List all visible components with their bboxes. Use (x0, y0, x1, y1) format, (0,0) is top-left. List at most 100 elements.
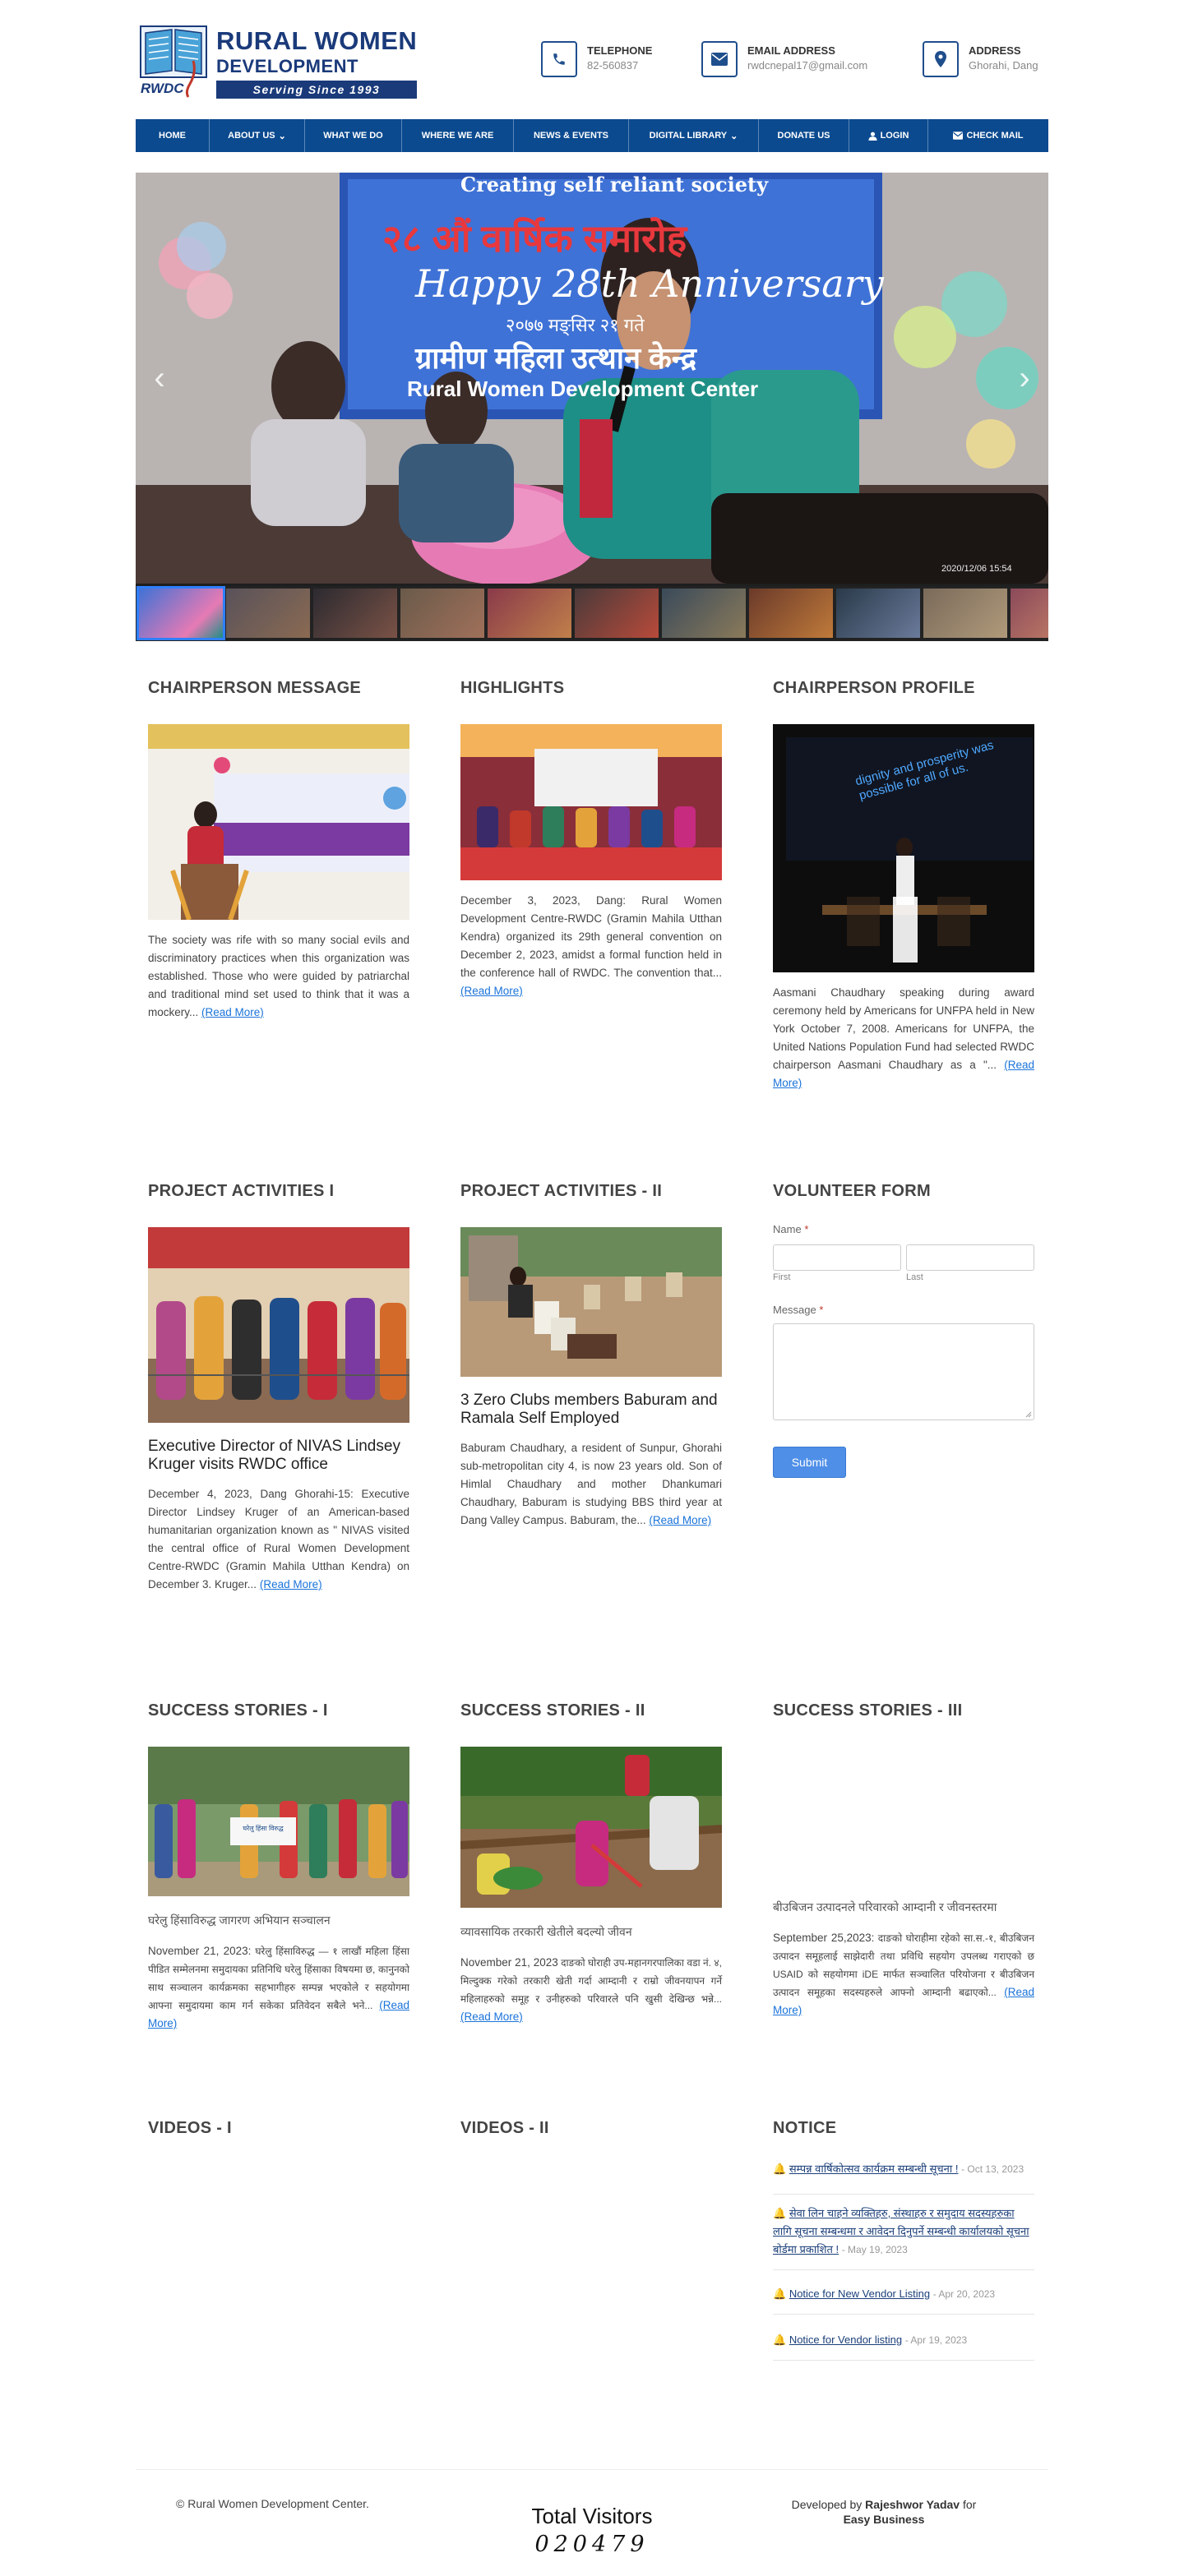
slide-banner-line3: Happy 28th Anniversary (415, 261, 884, 306)
notice-item[interactable]: 🔔 सेवा लिन चाहने व्यक्तिहरु, संस्थाहरु र… (773, 2204, 1034, 2270)
read-more-link[interactable]: (Read More) (260, 1578, 322, 1590)
nav-news-events[interactable]: NEWS & EVENTS (514, 119, 629, 152)
slider-thumbnail[interactable] (226, 589, 310, 638)
user-icon (868, 132, 877, 141)
first-name-input[interactable] (773, 1244, 901, 1271)
nav-check-mail[interactable]: CHECK MAIL (928, 119, 1048, 152)
slider-thumbnail[interactable] (136, 586, 225, 640)
site-logo[interactable]: RWDC RURAL WOMEN DEVELOPMENT CENTER Serv… (136, 23, 419, 105)
envelope-icon (953, 132, 964, 140)
developer-company[interactable]: Easy Business (844, 2513, 925, 2526)
chairperson-speech-photo[interactable] (148, 724, 409, 920)
chairperson-profile-section: CHAIRPERSON PROFILE dignity and prosperi… (773, 679, 1034, 1092)
post-title-link[interactable]: बीउबिजन उत्पादनले परिवारको आम्दानी र जीव… (773, 1898, 1034, 1916)
section-title: VOLUNTEER FORM (773, 1182, 931, 1200)
success-stories-3-section: SUCCESS STORIES - III बीउबिजन उत्पादनले … (773, 1701, 1034, 2020)
last-name-input[interactable] (906, 1244, 1034, 1271)
visitor-counter-label: Total Visitors (531, 2504, 653, 2528)
section-title: HIGHLIGHTS (460, 679, 565, 697)
notice-date: - Apr 20, 2023 (932, 2288, 996, 2300)
developer-name[interactable]: Rajeshwor Yadav (865, 2498, 960, 2511)
slider-prev-arrow[interactable]: ‹ (147, 362, 172, 395)
brand-title: RURAL WOMEN (216, 26, 418, 55)
post-date: September 25,2023: (773, 1932, 875, 1944)
project1-excerpt: December 4, 2023, Dang Ghorahi-15: Execu… (148, 1485, 409, 1594)
chairperson-profile-photo[interactable]: dignity and prosperity was possible for … (773, 724, 1034, 972)
slider-thumbnail[interactable] (1011, 589, 1048, 638)
message-textarea[interactable] (773, 1323, 1034, 1420)
rally-banner-text: घरेलु हिंसा विरुद्ध (243, 1825, 284, 1832)
notice-link[interactable]: Notice for New Vendor Listing (789, 2287, 930, 2300)
slider-next-arrow[interactable]: › (1012, 362, 1037, 395)
message-label: Message * (773, 1304, 823, 1316)
notice-item[interactable]: 🔔 सम्पन्न वार्षिकोत्सव कार्यक्रम सम्बन्ध… (773, 2160, 1034, 2195)
resize-handle-icon[interactable] (1025, 1411, 1032, 1418)
section-title: NOTICE (773, 2119, 837, 2137)
main-nav: HOME ABOUT US ⌄ WHAT WE DO WHERE WE ARE N… (136, 119, 1048, 152)
nav-digital-library[interactable]: DIGITAL LIBRARY ⌄ (629, 119, 759, 152)
nivas-visit-photo[interactable] (148, 1227, 409, 1423)
nav-label: CHECK MAIL (966, 131, 1024, 141)
slider-thumbnail[interactable] (662, 589, 746, 638)
hero-slider: Creating self reliant society २८ औं वार्… (136, 173, 1048, 641)
footer-divider (136, 2469, 1048, 2470)
brand-tagline: Serving Since 1993 (216, 81, 417, 99)
contact-label: ADDRESS (969, 44, 1021, 57)
slide-timestamp: 2020/12/06 15:54 (941, 564, 1012, 574)
notice-link[interactable]: सम्पन्न वार्षिकोत्सव कार्यक्रम सम्बन्धी … (789, 2163, 959, 2175)
notice-item[interactable]: 🔔 Notice for Vendor listing - Apr 19, 20… (773, 2331, 1034, 2361)
contact-label: EMAIL ADDRESS (747, 44, 835, 57)
phone-icon (541, 41, 577, 77)
required-mark: * (819, 1304, 824, 1316)
nav-where-we-are[interactable]: WHERE WE ARE (402, 119, 514, 152)
read-more-link[interactable]: (Read More) (460, 2010, 523, 2023)
slider-thumbnail[interactable] (488, 589, 571, 638)
nav-label: WHAT WE DO (323, 131, 383, 141)
post-title-link[interactable]: व्यावसायिक तरकारी खेतीले बदल्यो जीवन (460, 1923, 722, 1941)
nav-label: HOME (159, 131, 186, 141)
slider-thumbnail[interactable] (836, 589, 920, 638)
read-more-link[interactable]: (Read More) (649, 1514, 711, 1526)
nav-login[interactable]: LOGIN (849, 119, 928, 152)
slider-thumbnails (136, 586, 1048, 641)
slider-thumbnail[interactable] (923, 589, 1007, 638)
section-title: CHAIRPERSON PROFILE (773, 679, 975, 697)
post-title-link[interactable]: Executive Director of NIVAS Lindsey Krug… (148, 1438, 409, 1474)
chevron-down-icon: ⌄ (730, 131, 738, 141)
farming-photo[interactable] (460, 1747, 722, 1908)
credit-text: for (960, 2498, 977, 2511)
success2-excerpt: November 21, 2023 दाङको घोराही उप-महानगर… (460, 1954, 722, 2026)
slider-thumbnail[interactable] (575, 589, 659, 638)
nav-label: DIGITAL LIBRARY (649, 131, 728, 141)
rally-photo[interactable]: घरेलु हिंसा विरुद्ध (148, 1747, 409, 1896)
section-title: PROJECT ACTIVITIES - II (460, 1182, 663, 1200)
highlights-photo[interactable] (460, 724, 722, 880)
read-more-link[interactable]: (Read More) (460, 985, 523, 997)
read-more-link[interactable]: (Read More) (201, 1006, 264, 1018)
slider-thumbnail[interactable] (749, 589, 833, 638)
chairperson-message-excerpt: The society was rife with so many social… (148, 931, 409, 1022)
post-title-link[interactable]: घरेलु हिंसाविरुद्ध जागरण अभियान सञ्चालन (148, 1911, 409, 1929)
nav-home[interactable]: HOME (136, 119, 210, 152)
footer-developer-credit: Developed by Rajeshwor Yadav for Easy Bu… (781, 2497, 987, 2527)
nav-donate-us[interactable]: DONATE US (759, 119, 849, 152)
nav-what-we-do[interactable]: WHAT WE DO (305, 119, 402, 152)
slide-banner-line6: Rural Women Development Center (407, 376, 759, 401)
notice-date: - Apr 19, 2023 (904, 2334, 968, 2346)
beekeeping-photo[interactable] (460, 1227, 722, 1377)
nav-label: WHERE WE ARE (421, 131, 494, 141)
chairperson-message-section: CHAIRPERSON MESSAGE The society was rife… (148, 679, 409, 1022)
slider-thumbnail[interactable] (313, 589, 397, 638)
submit-button[interactable]: Submit (773, 1447, 846, 1478)
contact-value: 82-560837 (587, 59, 639, 72)
nav-about-us[interactable]: ABOUT US ⌄ (210, 119, 305, 152)
slide-banner-line4: २०७७ मङ्सिर २१ गते (506, 315, 645, 335)
nav-label: DONATE US (777, 131, 830, 141)
notice-link[interactable]: Notice for Vendor listing (789, 2334, 902, 2346)
notice-item[interactable]: 🔔 Notice for New Vendor Listing - Apr 20… (773, 2285, 1034, 2315)
label-text: Name (773, 1223, 802, 1235)
success-stories-1-section: SUCCESS STORIES - I घरेलु हिंसा विरुद्ध … (148, 1701, 409, 2033)
chevron-down-icon: ⌄ (278, 131, 286, 141)
post-title-link[interactable]: 3 Zero Clubs members Baburam and Ramala … (460, 1392, 722, 1428)
slider-thumbnail[interactable] (400, 589, 484, 638)
